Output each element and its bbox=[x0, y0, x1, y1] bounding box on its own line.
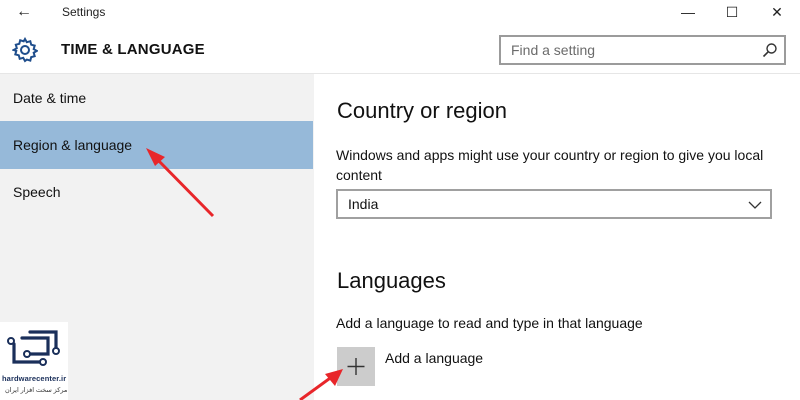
chevron-down-icon bbox=[748, 201, 762, 209]
back-button[interactable]: ← bbox=[12, 2, 36, 22]
search-input[interactable] bbox=[501, 37, 751, 63]
plus-icon bbox=[347, 358, 365, 375]
maximize-button[interactable]: ☐ bbox=[710, 0, 754, 24]
window-title: Settings bbox=[62, 5, 106, 19]
watermark-url: hardwarecenter.ir bbox=[2, 374, 67, 383]
languages-description: Add a language to read and type in that … bbox=[336, 315, 643, 331]
circuit-logo bbox=[7, 330, 60, 366]
watermark-logo: hardwarecenter.ir مرکز سخت افزار ایران bbox=[0, 322, 68, 400]
search-box[interactable] bbox=[499, 35, 786, 65]
country-region-heading: Country or region bbox=[337, 98, 507, 123]
country-region-description: Windows and apps might use your country … bbox=[336, 147, 764, 183]
app-header: TIME & LANGUAGE bbox=[0, 24, 800, 74]
add-language-button[interactable] bbox=[337, 347, 375, 386]
gear-icon bbox=[12, 37, 38, 63]
minimize-button[interactable]: — bbox=[666, 0, 710, 24]
sidebar-item-region-language[interactable]: Region & language bbox=[0, 121, 313, 169]
sidebar-item-date-time[interactable]: Date & time bbox=[0, 74, 313, 122]
search-icon[interactable] bbox=[762, 42, 778, 58]
country-dropdown-value: India bbox=[348, 196, 379, 212]
close-button[interactable]: ✕ bbox=[755, 0, 799, 24]
title-bar: ← Settings — ☐ ✕ bbox=[0, 0, 800, 24]
main-content: Country or region Windows and apps might… bbox=[314, 74, 800, 400]
country-dropdown[interactable]: India bbox=[336, 189, 772, 219]
watermark-tagline: مرکز سخت افزار ایران bbox=[5, 387, 68, 394]
sidebar-item-speech[interactable]: Speech bbox=[0, 168, 313, 216]
languages-heading: Languages bbox=[337, 268, 446, 293]
add-language-label[interactable]: Add a language bbox=[385, 350, 483, 366]
page-title: TIME & LANGUAGE bbox=[61, 41, 205, 58]
